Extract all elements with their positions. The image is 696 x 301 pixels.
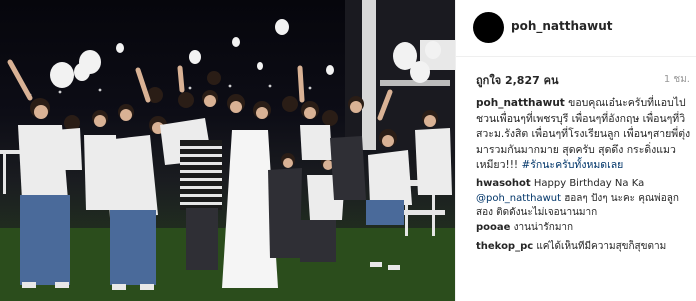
comment-mention[interactable]: @poh_natthawut (476, 193, 561, 204)
post-sidebar: poh_natthawut ถูกใจ 2,827 คน 1 ชม. poh_n… (455, 0, 696, 301)
party-photo-illustration (0, 0, 455, 301)
caption-hashtag[interactable]: #รักนะครับทั้งหมดเลย (521, 159, 623, 171)
post-username[interactable]: poh_natthawut (511, 19, 613, 33)
post-time[interactable]: 1 ชม. (664, 72, 690, 87)
comment-username[interactable]: pooae (476, 222, 510, 233)
like-count[interactable]: ถูกใจ 2,827 คน (476, 71, 558, 89)
avatar[interactable] (473, 12, 504, 43)
post-caption: poh_natthawut ขอบคุณเอ๋นะครับที่แอบไปชวน… (476, 96, 692, 174)
comment-text: งานน่ารักมาก (510, 222, 574, 233)
comment-username[interactable]: thekop_pc (476, 241, 533, 252)
comment-item: pooae งานน่ารักมาก (476, 221, 692, 236)
comment-text: แค่ได้เห็นที่มีความสุขก็สุขตาม (533, 241, 667, 252)
comment-item: hwasohot Happy Birthday Na Ka @poh_natth… (476, 177, 692, 221)
comment-username[interactable]: hwasohot (476, 178, 531, 189)
post-photo[interactable] (0, 0, 455, 301)
post-header: poh_natthawut (456, 0, 696, 57)
caption-username[interactable]: poh_natthawut (476, 97, 565, 109)
comment-text: Happy Birthday Na Ka (530, 178, 645, 189)
comment-item: thekop_pc แค่ได้เห็นที่มีความสุขก็สุขตาม (476, 240, 692, 252)
